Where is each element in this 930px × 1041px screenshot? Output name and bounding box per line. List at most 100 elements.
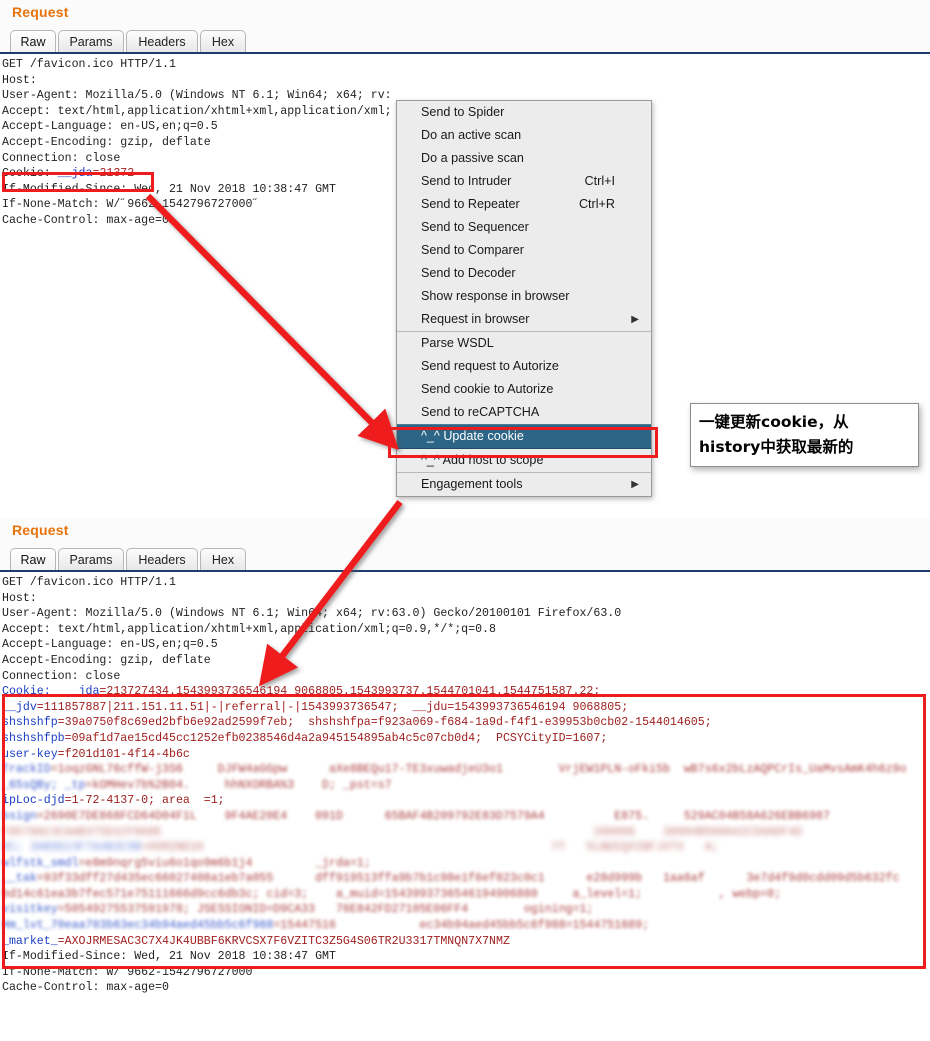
cookie-key-14: visitkey (2, 903, 58, 917)
menu-item-send-to-decoder[interactable]: Send to Decoder (397, 262, 651, 285)
menu-item-shortcut: Ctrl+R (578, 197, 615, 211)
raw-request-text-bottom[interactable]: GET /favicon.ico HTTP/1.1 Host: User-Agent… (0, 572, 930, 997)
cookie-val-16: =AXOJRMESAC3C7X4JK4UBBF6KRVCSX7F6VZITC3Z… (57, 934, 510, 948)
menu-item-label: Engagement tools (421, 477, 523, 491)
cookie-block-line-3: shshshfpb=09af1d7ae15cd45cc1252efb023854… (2, 731, 930, 747)
redacted-segment-12: __tak=93f33dff27d435ec66027408a1eb7a055 … (2, 872, 900, 885)
redacted-segment-13: bd14c61ea3b7fec571e75111666d9cc6db3c; ci… (2, 887, 782, 901)
menu-item-label: Send to Sequencer (421, 220, 529, 234)
tab-raw-top[interactable]: Raw (10, 30, 56, 52)
cookie-block-line-12: __tak=93f33dff27d435ec66027408a1eb7a055 … (2, 871, 930, 887)
menu-item-label: ^_^ Update cookie (421, 429, 524, 443)
tab-params-bottom[interactable]: Params (58, 548, 124, 570)
menu-item-label: Send request to Autorize (421, 359, 559, 373)
tab-hex-top[interactable]: Hex (200, 30, 246, 52)
cookie-val-2: =39a0750f8c69ed2bfb6e92ad2599f7eb; shshs… (57, 716, 712, 730)
cookie-value: 21372 (99, 167, 135, 181)
cookie-val-0: =213727434.1543993736546194 9068805.1543… (99, 685, 601, 699)
cookie-key-7: ipLoc-djd (2, 794, 65, 808)
menu-item-send-to-sequencer[interactable]: Send to Sequencer (397, 216, 651, 239)
request-line-5: Accept-Encoding: gzip, deflate (2, 653, 211, 667)
cookie-key-2: shshshfp (2, 716, 58, 730)
menu-item-label: Show response in browser (421, 289, 570, 303)
menu-item-label: ^_^ Add host to scope (421, 453, 544, 467)
menu-item-send-cookie-to-autorize[interactable]: Send cookie to Autorize (397, 378, 651, 401)
cookie-key-16: _market_ (2, 934, 58, 948)
cookie-key-10: 8C; 3AB9D23F7A4B3C9B (2, 841, 142, 855)
request-line-1: Host: (2, 73, 37, 87)
cookie-val-7: =1-72-4137-0; area =1; (64, 794, 225, 808)
cookie-val-12: =93f33dff27d435ec66027408a1eb7a055 dff91… (36, 872, 900, 886)
chevron-right-icon: ▶ (631, 314, 639, 325)
request-line-0: GET /favicon.ico HTTP/1.1 (2, 58, 176, 71)
cookie-block-line-15: Hm_lvt_70eaa703b63ec34b94aed45bb5c6f988=… (2, 918, 930, 934)
cookie-val-8: =2690E7DE868FCD64D04F1L 9F4AE20E4 091D 6… (36, 809, 830, 823)
cookie-name: __jda (57, 167, 93, 181)
request-line-3: Accept: text/html,application/xhtml+xml,… (2, 622, 496, 636)
request-tail-line-0: If-Modified-Since: Wed, 21 Nov 2018 10:3… (2, 950, 336, 964)
menu-item-label: Send to Repeater (421, 197, 520, 211)
cookie-block-line-9: F8578AC3CAAB375D1CF668E 268006 38004B580… (2, 825, 930, 841)
cookie-val-3: =09af1d7ae15cd45cc1252efb0238546d4a2a945… (64, 731, 608, 745)
menu-item-parse-wsdl[interactable]: Parse WSDL (397, 331, 651, 355)
menu-item-request-in-browser[interactable]: Request in browser ▶ (397, 308, 651, 331)
cookie-key-0: Cookie: __jda (2, 685, 100, 699)
cookie-label: Cookie: (2, 167, 58, 181)
cookie-block-line-16: _market_=AXOJRMESAC3C7X4JK4UBBF6KRVCSX7F… (2, 934, 930, 950)
menu-item-send-request-to-autorize[interactable]: Send request to Autorize (397, 355, 651, 378)
cookie-key-6: _65sQBy; _tp (2, 778, 86, 792)
cookie-block-line-13: bd14c61ea3b7fec571e75111666d9cc6db3c; ci… (2, 887, 930, 903)
cookie-block-line-10: 8C; 3AB9D23F7A4B3C9B=0SRZNEUX YT 5LBEEQX… (2, 840, 930, 856)
chevron-right-icon: ▶ (631, 479, 639, 490)
menu-item-label: Parse WSDL (421, 336, 494, 350)
menu-item-send-to-comparer[interactable]: Send to Comparer (397, 239, 651, 262)
cookie-key-3: shshshfpb (2, 731, 65, 745)
cookie-block-line-6: _65sQBy; _tp=kOMHev7b%2B04. hhNXORBA%3 D… (2, 778, 930, 794)
menu-item-send-to-spider[interactable]: Send to Spider (397, 101, 651, 124)
context-menu[interactable]: Send to Spider Do an active scan Do a pass… (396, 100, 652, 497)
cookie-val-14: =50549275537591978; JSESSIONID=D9CA33 76… (57, 903, 594, 917)
menu-item-label: Send to Decoder (421, 266, 516, 280)
cookie-key-12: __tak (2, 872, 37, 886)
menu-item-shortcut: Ctrl+I (584, 174, 615, 188)
cookie-val-4: =f201d101-4f14-4b6c (57, 747, 190, 761)
cookie-val-6: =kOMHev7b%2B04. hhNXORBA%3 D; _pst=s7 (85, 778, 392, 792)
cookie-block-line-14: visitkey=50549275537591978; JSESSIONID=D… (2, 902, 930, 918)
cookie-key-15: Hm_lvt_70eaa703b63ec34b94aed45bb5c6f988 (2, 919, 274, 933)
request-panel-bottom: Request Raw Params Headers Hex GET /favicon… (0, 518, 930, 1041)
menu-item-label: Send to Spider (421, 105, 505, 119)
panel-header-top: Request (0, 0, 930, 28)
cookie-block-line-0: Cookie: __jda=213727434.1543993736546194… (2, 684, 930, 700)
menu-item-add-host-to-scope[interactable]: ^_^ Add host to scope (397, 449, 651, 472)
cookie-block-line-8: bsign=2690E7DE868FCD64D04F1L 9F4AE20E4 0… (2, 809, 930, 825)
redacted-segment-15: Hm_lvt_70eaa703b63ec34b94aed45bb5c6f988=… (2, 919, 649, 932)
redacted-segment-10: 8C; 3AB9D23F7A4B3C9B=0SRZNEUX YT 5LBEEQX… (2, 841, 719, 854)
cookie-val-10: =0SRZNEUX YT 5LBEEQXIBFJXTX A; (141, 841, 719, 855)
tabstrip-top: Raw Params Headers Hex (0, 28, 930, 56)
page-title-top: Request (12, 4, 69, 20)
menu-item-show-response-in-browser[interactable]: Show response in browser (397, 285, 651, 308)
tab-raw-bottom[interactable]: Raw (10, 548, 56, 570)
cookie-key-8: bsign (2, 809, 37, 823)
menu-item-label: Send cookie to Autorize (421, 382, 554, 396)
request-line-6: Connection: close (2, 669, 121, 683)
redacted-segment-14: visitkey=50549275537591978; JSESSIONID=D… (2, 903, 593, 916)
menu-item-send-to-repeater[interactable]: Send to Repeater Ctrl+R (397, 193, 651, 216)
menu-item-engagement-tools[interactable]: Engagement tools ▶ (397, 472, 651, 496)
cookie-key-11: wlfstk_smdl (2, 856, 79, 870)
menu-item-do-a-passive-scan[interactable]: Do a passive scan (397, 147, 651, 170)
menu-item-do-an-active-scan[interactable]: Do an active scan (397, 124, 651, 147)
menu-item-send-to-intruder[interactable]: Send to Intruder Ctrl+I (397, 170, 651, 193)
menu-item-send-to-recaptcha[interactable]: Send to reCAPTCHA (397, 401, 651, 424)
menu-item-update-cookie[interactable]: ^_^ Update cookie (397, 424, 651, 449)
note-line-2: history中获取最新的 (699, 438, 854, 456)
request-tail-line-1: If-None-Match: W/˝9662-1542796727000˝ (2, 965, 260, 979)
cookie-key-4: user-key (2, 747, 58, 761)
menu-item-label: Send to Intruder (421, 174, 512, 188)
tab-params-top[interactable]: Params (58, 30, 124, 52)
request-line-2: User-Agent: Mozilla/5.0 (Windows NT 6.1;… (2, 607, 622, 621)
tab-headers-bottom[interactable]: Headers (126, 548, 198, 570)
tab-headers-top[interactable]: Headers (126, 30, 198, 52)
cookie-val-15: =15447516 ec34b94aed45bb5c6f988=15447516… (273, 919, 650, 933)
tab-hex-bottom[interactable]: Hex (200, 548, 246, 570)
